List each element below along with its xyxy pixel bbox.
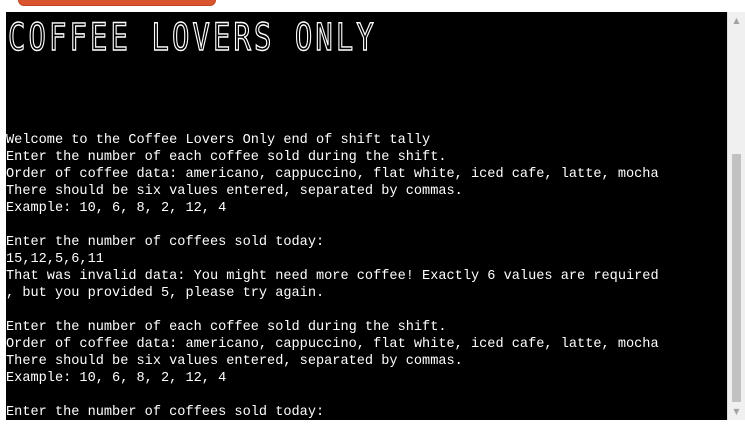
scroll-up-icon[interactable]: ▲ xyxy=(728,12,745,29)
scrollbar-thumb[interactable] xyxy=(732,154,741,402)
terminal-line: , but you provided 5, please try again. xyxy=(6,286,325,301)
terminal-line: That was invalid data: You might need mo… xyxy=(6,269,659,284)
page-top-strip xyxy=(0,0,745,12)
ascii-art-banner: COFFEE LOVERS ONLY xyxy=(7,15,377,59)
terminal-line: 15,12,5,6,11 xyxy=(6,252,104,267)
page-bottom-strip xyxy=(0,420,745,426)
terminal-line: Order of coffee data: americano, cappucc… xyxy=(6,167,659,182)
terminal-line: Enter the number of coffees sold today: xyxy=(6,235,325,250)
run-program-button[interactable] xyxy=(18,0,216,6)
terminal-line: Welcome to the Coffee Lovers Only end of… xyxy=(6,133,431,148)
terminal-line: There should be six values entered, sepa… xyxy=(6,354,463,369)
terminal-line: Enter the number of each coffee sold dur… xyxy=(6,150,447,165)
vertical-scrollbar[interactable]: ▲ ▼ xyxy=(727,12,745,420)
scroll-down-icon[interactable]: ▼ xyxy=(728,403,745,420)
terminal-line: Order of coffee data: americano, cappucc… xyxy=(6,337,659,352)
terminal-output: Welcome to the Coffee Lovers Only end of… xyxy=(6,115,659,420)
terminal-line: Example: 10, 6, 8, 2, 12, 4 xyxy=(6,371,227,386)
terminal-line: Enter the number of each coffee sold dur… xyxy=(6,320,447,335)
terminal-line: There should be six values entered, sepa… xyxy=(6,184,463,199)
terminal-line: Example: 10, 6, 8, 2, 12, 4 xyxy=(6,201,227,216)
terminal-window[interactable]: COFFEE LOVERS ONLY Welcome to the Coffee… xyxy=(6,12,727,420)
terminal-line: Enter the number of coffees sold today: xyxy=(6,405,325,420)
